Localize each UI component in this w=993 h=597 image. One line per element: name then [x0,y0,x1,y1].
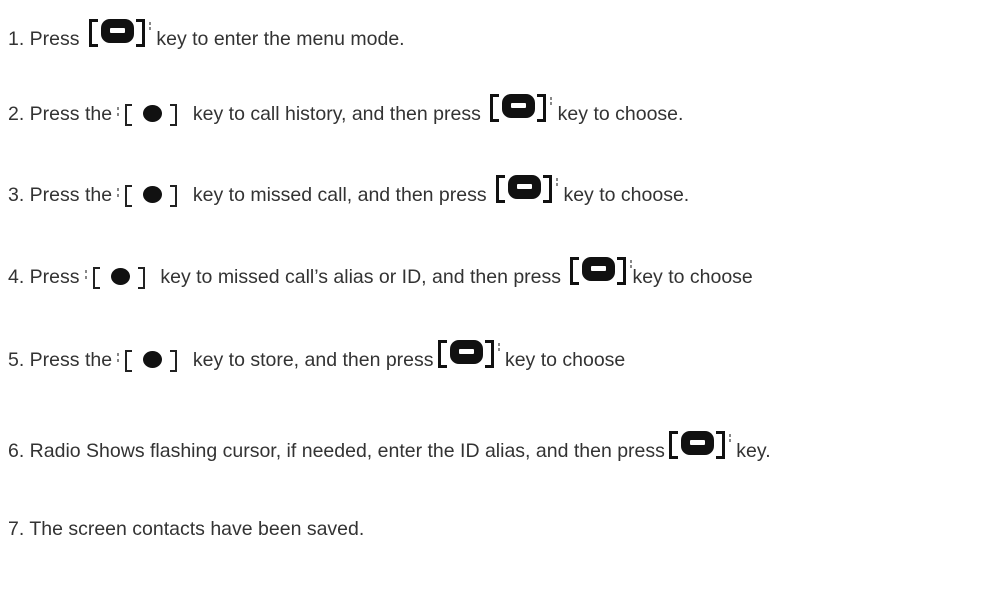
menu-key-icon [492,172,559,206]
step-6: 6. Radio Shows flashing cursor, if neede… [8,431,771,472]
step-3: 3. Press the key to missed call, and the… [8,175,690,216]
step-text: key to choose. [558,184,690,207]
menu-key-icon [566,254,633,288]
step-text: 1. Press [8,28,85,51]
menu-key-icon [434,337,500,371]
step-text: key to call history, and then press [187,103,487,126]
step-text: key to choose. [552,103,684,126]
step-text: key to choose [632,266,753,289]
step-text: 3. Press the [8,184,118,207]
step-5: 5. Press the key to store, and then pres… [8,340,626,381]
step-2: 2. Press the key to call history, and th… [8,94,684,135]
step-text: 4. Press [8,266,85,289]
navigation-key-icon [117,101,187,129]
navigation-key-icon [117,347,187,375]
step-4: 4. Press key to missed call’s alias or I… [8,257,753,298]
step-text: 5. Press the [8,349,118,372]
step-text: key to choose [499,349,626,372]
step-text: key. [730,440,771,463]
step-text: key to missed call’s alias or ID, and th… [154,266,567,289]
step-text: key to enter the menu mode. [150,28,405,51]
step-text: key to store, and then press [187,349,434,372]
step-text: 7. The screen contacts have been saved. [8,518,365,541]
menu-key-icon [486,91,553,125]
step-text: 2. Press the [8,103,118,126]
navigation-key-icon [117,182,187,210]
step-1: 1. Press key to enter the menu mode. [8,19,405,60]
step-text: 6. Radio Shows flashing cursor, if neede… [8,440,665,463]
navigation-key-icon [84,264,155,292]
step-text: key to missed call, and then press [187,184,493,207]
menu-key-icon [85,16,151,50]
menu-key-icon [665,428,731,462]
step-7: 7. The screen contacts have been saved. [8,510,364,550]
